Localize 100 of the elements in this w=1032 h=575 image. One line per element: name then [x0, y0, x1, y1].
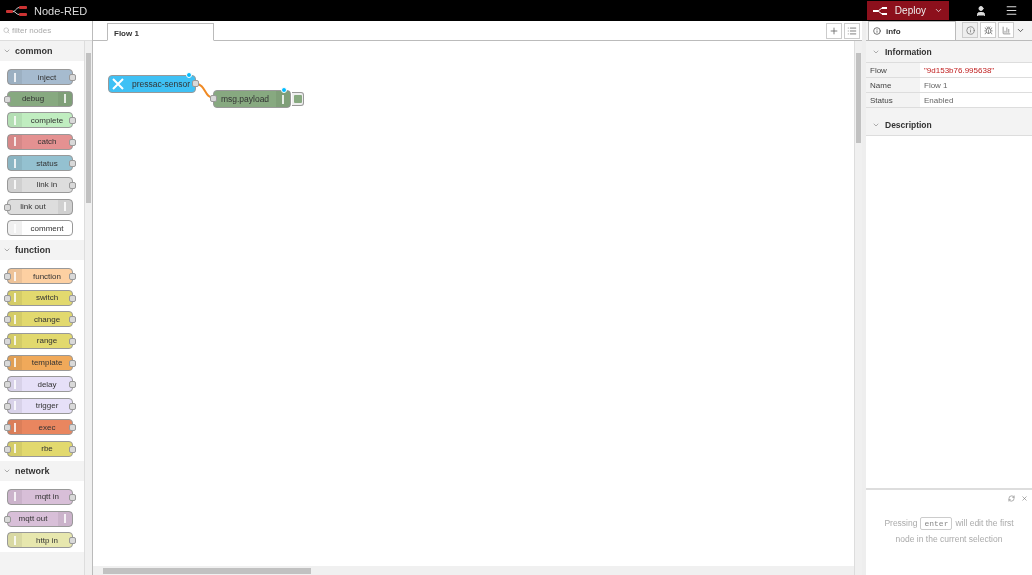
output-port — [69, 537, 76, 545]
input-port — [4, 273, 11, 281]
palette-node[interactable]: function — [7, 268, 73, 285]
palette-node[interactable]: comment — [7, 220, 73, 237]
plus-icon — [829, 26, 839, 36]
input-port — [4, 95, 11, 103]
tip-text: node in the current selection — [895, 533, 1003, 546]
app-title: Node-RED — [34, 4, 89, 17]
section-header[interactable]: Description — [866, 114, 1032, 136]
input-port — [4, 203, 11, 211]
chart-button[interactable] — [998, 22, 1014, 38]
deploy-button[interactable]: Deploy — [866, 1, 949, 20]
logo-icon — [6, 5, 28, 16]
palette-node[interactable]: catch — [7, 133, 73, 150]
cross-icon — [112, 78, 124, 90]
palette-node[interactable]: rbe — [7, 440, 73, 457]
output-port — [69, 493, 76, 501]
info-button[interactable] — [962, 22, 978, 38]
input-port — [4, 402, 11, 410]
node-icon — [8, 312, 22, 327]
node-icon — [58, 199, 72, 214]
node-icon — [8, 533, 22, 548]
node-icon — [8, 377, 22, 392]
input-port — [4, 294, 11, 302]
filter-field[interactable]: filter nodes — [0, 21, 92, 41]
property-value: "9d153b76.995638" — [920, 63, 1032, 78]
palette-node[interactable]: exec — [7, 419, 73, 436]
add-button[interactable] — [826, 23, 842, 39]
scrollbar[interactable] — [84, 41, 92, 575]
palette-node[interactable]: change — [7, 311, 73, 328]
node-icon — [8, 333, 22, 348]
scrollbar[interactable] — [93, 566, 854, 575]
palette-node[interactable]: link in — [7, 176, 73, 193]
output-port — [69, 294, 76, 302]
palette-node[interactable]: inject — [7, 69, 73, 85]
node-icon — [8, 113, 22, 128]
refresh-button[interactable] — [1006, 493, 1017, 504]
output-port — [69, 316, 76, 324]
palette-node[interactable]: mqtt out — [7, 510, 73, 527]
tip-text: Pressing — [884, 517, 918, 530]
palette-node[interactable]: template — [7, 354, 73, 371]
output-port — [69, 402, 76, 410]
node-icon — [8, 134, 22, 149]
property-value: Enabled — [920, 93, 1032, 108]
chevron-icon[interactable] — [3, 47, 11, 55]
palette-node[interactable]: complete — [7, 112, 73, 129]
scrollbar[interactable] — [854, 41, 862, 575]
close-icon — [1021, 495, 1028, 502]
sidebar-tab[interactable]: info — [868, 21, 956, 40]
changed-dot — [186, 72, 192, 78]
section-header[interactable]: Information — [866, 41, 1032, 63]
palette-node[interactable]: http in — [7, 532, 73, 549]
refresh-icon — [1008, 495, 1015, 502]
output-port — [69, 273, 76, 281]
output-port — [69, 424, 76, 432]
input-port — [4, 424, 11, 432]
tip-text: will edit the first — [955, 517, 1014, 530]
palette-node[interactable]: range — [7, 332, 73, 349]
output-port — [69, 445, 76, 453]
bug-button[interactable] — [980, 22, 996, 38]
flow-node[interactable]: pressac-sensor — [108, 75, 196, 93]
palette-node[interactable]: switch — [7, 289, 73, 306]
node-icon — [58, 91, 72, 106]
search-icon — [3, 27, 10, 34]
input-port — [4, 337, 11, 345]
flow-tab[interactable]: Flow 1 — [107, 23, 214, 41]
node-icon — [8, 355, 22, 370]
palette-node[interactable]: mqtt in — [7, 488, 73, 505]
input-port — [4, 316, 11, 324]
palette-node[interactable]: status — [7, 155, 73, 172]
palette-node[interactable]: link out — [7, 198, 73, 215]
list-button[interactable] — [844, 23, 860, 39]
chart-icon — [1001, 25, 1011, 35]
node-icon — [8, 290, 22, 305]
caret-icon[interactable] — [934, 6, 943, 15]
node-icon — [276, 91, 290, 107]
node-icon — [8, 177, 22, 192]
output-port — [192, 80, 199, 87]
input-port — [210, 95, 217, 102]
output-port — [69, 381, 76, 389]
node-icon — [8, 221, 22, 236]
output-port — [69, 160, 76, 168]
node-icon — [8, 70, 22, 84]
flow-icon — [872, 6, 887, 15]
palette-node[interactable]: debug — [7, 90, 73, 107]
node-icon — [8, 398, 22, 413]
property-value: Flow 1 — [920, 78, 1032, 93]
palette-node[interactable]: delay — [7, 376, 73, 393]
menu-icon[interactable] — [1005, 4, 1018, 17]
list-icon — [847, 26, 857, 36]
palette-node[interactable]: trigger — [7, 397, 73, 414]
output-port — [69, 181, 76, 189]
input-port — [4, 445, 11, 453]
node-icon — [8, 269, 22, 284]
input-port — [4, 381, 11, 389]
output-port — [69, 74, 76, 81]
output-port — [69, 117, 76, 125]
info-icon — [873, 27, 881, 35]
user-icon[interactable] — [975, 4, 987, 17]
node-button[interactable] — [292, 92, 304, 106]
